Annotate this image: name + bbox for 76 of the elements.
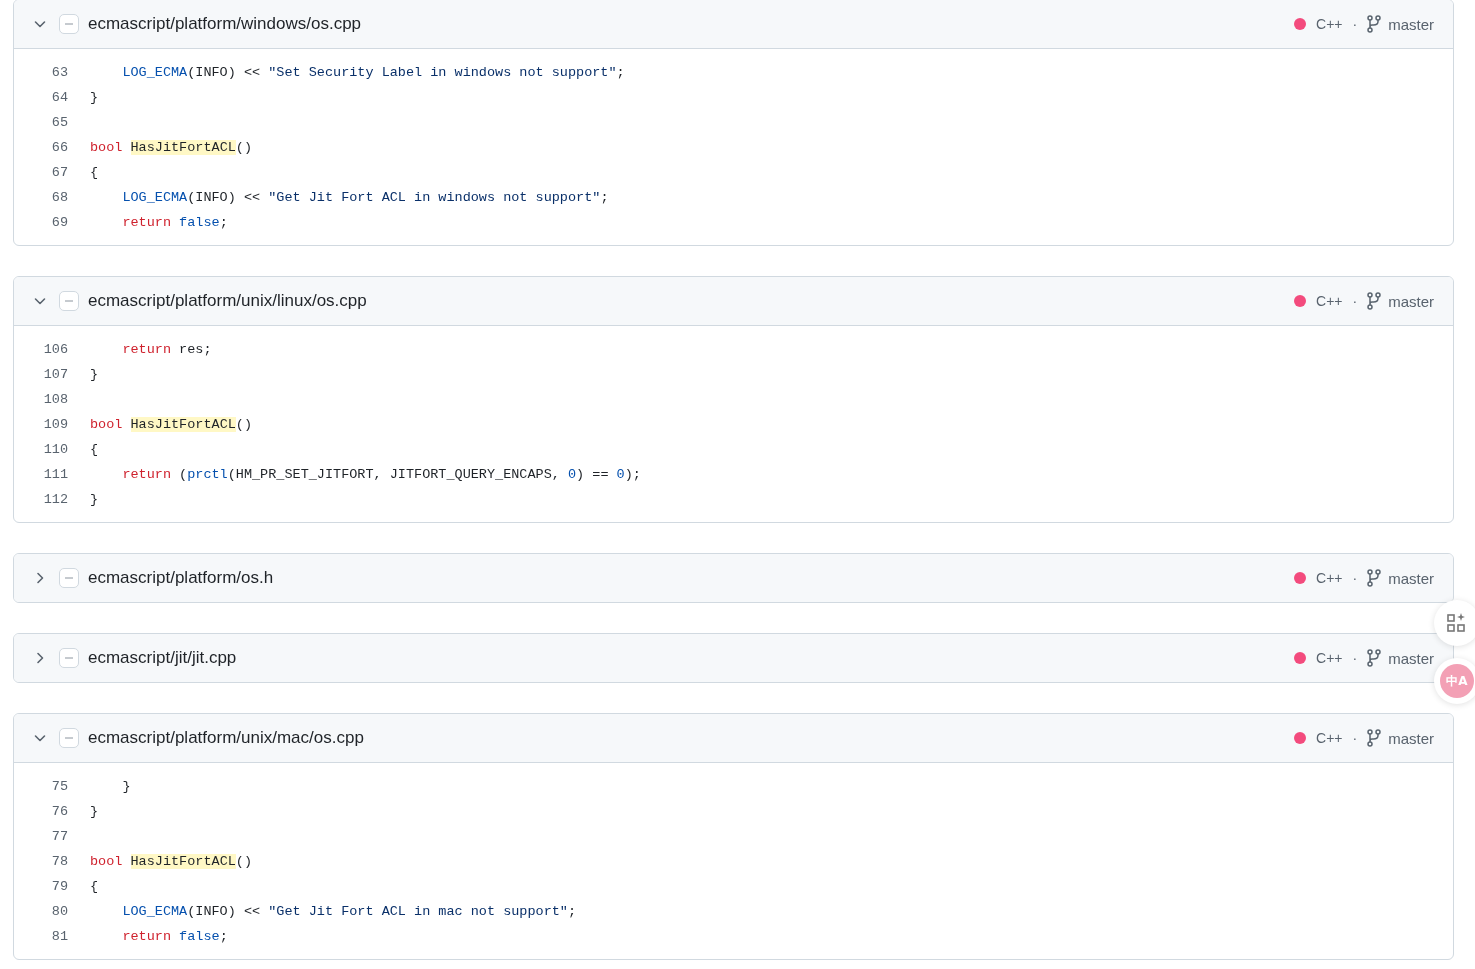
file-icon [59, 14, 79, 34]
line-number: 69 [50, 215, 69, 230]
file-path-link[interactable]: ecmascript/platform/unix/mac/os.cpp [88, 728, 1294, 748]
code-line: { [90, 879, 99, 894]
file-path-link[interactable]: ecmascript/platform/unix/linux/os.cpp [88, 291, 1294, 311]
language-dot [1294, 295, 1306, 307]
code-line: { [90, 165, 99, 180]
apps-button[interactable] [1434, 600, 1475, 646]
code-line: LOG_ECMA(INFO) << "Get Jit Fort ACL in windows not support"; [121, 190, 609, 205]
line-number: 76 [50, 804, 69, 819]
file-icon [59, 648, 79, 668]
language-dot [1294, 652, 1306, 664]
code-line: } [121, 779, 131, 794]
line-number: 65 [50, 115, 69, 130]
code-line: bool HasJitFortACL() [90, 140, 253, 155]
branch-name: master [1388, 649, 1434, 667]
branch-name: master [1388, 292, 1434, 310]
language-label: C++ [1316, 730, 1343, 746]
grid-sparkle-icon [1446, 612, 1468, 634]
separator-dot: · [1352, 293, 1358, 309]
code-line: return false; [121, 929, 228, 944]
line-number: 77 [50, 829, 69, 844]
line-number: 106 [42, 342, 69, 357]
line-number: 64 [50, 90, 69, 105]
code-line: return res; [121, 342, 212, 357]
branch-icon [1366, 729, 1383, 747]
language-label: C++ [1316, 16, 1343, 32]
code-line: return false; [121, 215, 228, 230]
language-label: C++ [1316, 650, 1343, 666]
code-line: } [90, 90, 99, 105]
line-number: 75 [50, 779, 69, 794]
line-number: 109 [42, 417, 69, 432]
branch-icon [1366, 15, 1383, 33]
language-dot [1294, 18, 1306, 30]
line-number: 68 [50, 190, 69, 205]
language-dot [1294, 572, 1306, 584]
separator-dot: · [1352, 570, 1358, 586]
separator-dot: · [1352, 730, 1358, 746]
code-line: } [90, 367, 99, 382]
branch-name: master [1388, 569, 1434, 587]
code-line: return (prctl(HM_PR_SET_JITFORT, JITFORT_QUERY_ENCAPS, 0) == 0); [121, 467, 641, 482]
code-line: LOG_ECMA(INFO) << "Set Security Label in windows not support"; [121, 65, 625, 80]
line-number: 79 [50, 879, 69, 894]
file-icon [59, 291, 79, 311]
language-label: C++ [1316, 293, 1343, 309]
code-line: } [90, 804, 99, 819]
line-number: 107 [42, 367, 69, 382]
file-path-link[interactable]: ecmascript/platform/os.h [88, 568, 1294, 588]
line-number: 78 [50, 854, 69, 869]
code-line: { [90, 442, 99, 457]
branch-icon [1366, 292, 1383, 310]
separator-dot: · [1352, 650, 1358, 666]
line-number: 112 [42, 492, 69, 507]
line-number: 66 [50, 140, 69, 155]
line-number: 63 [50, 65, 69, 80]
language-dot [1294, 732, 1306, 744]
code-line: bool HasJitFortACL() [90, 854, 253, 869]
branch-name: master [1388, 729, 1434, 747]
line-number: 80 [50, 904, 69, 919]
line-number: 111 [42, 467, 69, 482]
file-path-link[interactable]: ecmascript/jit/jit.cpp [88, 648, 1294, 668]
branch-name: master [1388, 15, 1434, 33]
line-number: 110 [42, 442, 69, 457]
branch-icon [1366, 569, 1383, 587]
code-line: } [90, 492, 99, 507]
branch-icon [1366, 649, 1383, 667]
line-number: 67 [50, 165, 69, 180]
line-number: 108 [42, 392, 69, 407]
language-label: C++ [1316, 570, 1343, 586]
line-number: 81 [50, 929, 69, 944]
file-path-link[interactable]: ecmascript/platform/windows/os.cpp [88, 14, 1294, 34]
code-line: bool HasJitFortACL() [90, 417, 253, 432]
code-line: LOG_ECMA(INFO) << "Get Jit Fort ACL in mac not support"; [121, 904, 577, 919]
file-icon [59, 728, 79, 748]
separator-dot: · [1352, 16, 1358, 32]
file-icon [59, 568, 79, 588]
